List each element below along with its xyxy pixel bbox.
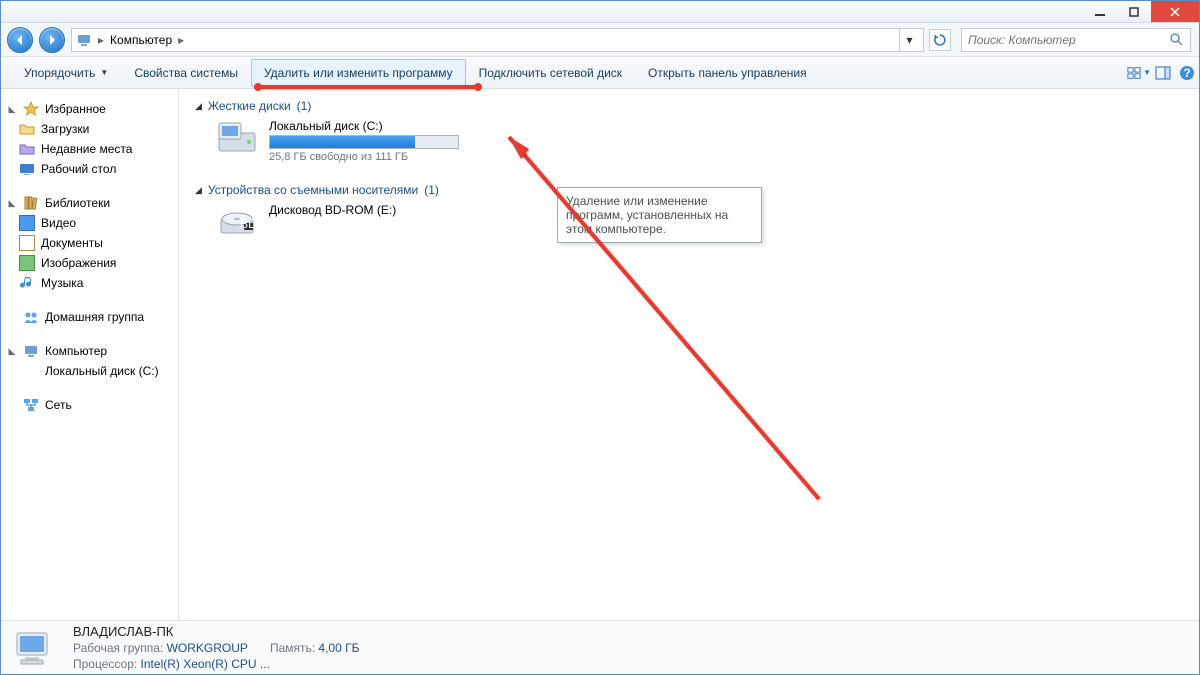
breadcrumb-sep: ▸ — [98, 33, 104, 47]
drive-icon — [19, 363, 39, 379]
annotation-arrow — [179, 89, 1079, 620]
tooltip: Удаление или изменение программ, установ… — [557, 187, 762, 243]
sidebar-homegroup[interactable]: ▸Домашняя группа — [1, 307, 178, 327]
recent-icon — [19, 141, 35, 157]
sidebar-item-pictures[interactable]: Изображения — [1, 253, 178, 273]
libraries-icon — [23, 195, 39, 211]
preview-pane-button[interactable] — [1151, 59, 1175, 87]
drive-free-space: 25,8 ГБ свободно из 111 ГБ — [269, 151, 459, 163]
navigation-pane: ◣Избранное Загрузки Недавние места Рабоч… — [1, 89, 179, 620]
sidebar-item-downloads[interactable]: Загрузки — [1, 119, 178, 139]
sidebar-item-music[interactable]: Музыка — [1, 273, 178, 293]
music-icon — [19, 275, 35, 291]
organize-button[interactable]: Упорядочить▼ — [11, 59, 121, 87]
sidebar-computer[interactable]: ◣Компьютер — [1, 341, 178, 361]
back-button[interactable] — [7, 27, 33, 53]
command-bar: Упорядочить▼ Свойства системы Удалить ил… — [1, 57, 1199, 89]
computer-name: ВЛАДИСЛАВ-ПК — [73, 624, 359, 639]
details-pane: ВЛАДИСЛАВ-ПК Рабочая группа: WORKGROUP П… — [1, 620, 1199, 674]
help-button[interactable]: ? — [1175, 59, 1199, 87]
breadcrumb-sep: ▸ — [178, 33, 184, 47]
bdrom-icon: BD — [215, 203, 259, 243]
hdd-icon — [215, 119, 259, 159]
sidebar-item-desktop[interactable]: Рабочий стол — [1, 159, 178, 179]
sidebar-item-video[interactable]: Видео — [1, 213, 178, 233]
search-input[interactable] — [968, 33, 1164, 47]
svg-text:BD: BD — [240, 217, 257, 231]
svg-text:?: ? — [1183, 66, 1190, 80]
open-control-panel-button[interactable]: Открыть панель управления — [635, 59, 820, 87]
sidebar-item-local-disk[interactable]: Локальный диск (C:) — [1, 361, 178, 381]
drive-capacity-bar — [269, 135, 459, 149]
uninstall-program-button[interactable]: Удалить или изменить программу — [251, 59, 466, 87]
folder-icon — [19, 121, 35, 137]
titlebar — [1, 1, 1199, 23]
sidebar-item-documents[interactable]: Документы — [1, 233, 178, 253]
drive-name: Локальный диск (C:) — [269, 119, 459, 133]
sidebar-network[interactable]: ▸Сеть — [1, 395, 178, 415]
refresh-button[interactable] — [929, 29, 951, 51]
minimize-button[interactable] — [1083, 1, 1117, 22]
sidebar-item-recent[interactable]: Недавние места — [1, 139, 178, 159]
group-hard-disks[interactable]: ◢Жесткие диски (1) — [195, 99, 1183, 113]
drive-local-c[interactable]: Локальный диск (C:) 25,8 ГБ свободно из … — [195, 119, 1183, 163]
video-icon — [19, 215, 35, 231]
address-bar: ▸ Компьютер ▸ ▾ — [1, 23, 1199, 57]
system-properties-button[interactable]: Свойства системы — [121, 59, 251, 87]
view-options-button[interactable]: ▼ — [1127, 59, 1151, 87]
drive-name: Дисковод BD-ROM (E:) — [269, 203, 459, 217]
computer-large-icon — [11, 627, 59, 669]
pictures-icon — [19, 255, 35, 271]
desktop-icon — [19, 161, 35, 177]
computer-icon — [23, 343, 39, 359]
sidebar-favorites[interactable]: ◣Избранное — [1, 99, 178, 119]
maximize-button[interactable] — [1117, 1, 1151, 22]
breadcrumb-item[interactable]: Компьютер — [110, 33, 172, 47]
star-icon — [23, 101, 39, 117]
map-network-drive-button[interactable]: Подключить сетевой диск — [466, 59, 635, 87]
forward-button[interactable] — [39, 27, 65, 53]
search-box[interactable] — [961, 28, 1191, 52]
sidebar-libraries[interactable]: ◣Библиотеки — [1, 193, 178, 213]
document-icon — [19, 235, 35, 251]
content-pane: ◢Жесткие диски (1) Локальный диск (C:) 2… — [179, 89, 1199, 620]
homegroup-icon — [23, 309, 39, 325]
network-icon — [23, 397, 39, 413]
computer-icon — [76, 32, 92, 48]
address-field[interactable]: ▸ Компьютер ▸ ▾ — [71, 28, 924, 52]
address-dropdown[interactable]: ▾ — [899, 29, 919, 51]
close-button[interactable] — [1151, 1, 1199, 22]
explorer-window: ▸ Компьютер ▸ ▾ Упорядочить▼ Свойства си… — [0, 0, 1200, 675]
search-icon — [1170, 32, 1184, 48]
